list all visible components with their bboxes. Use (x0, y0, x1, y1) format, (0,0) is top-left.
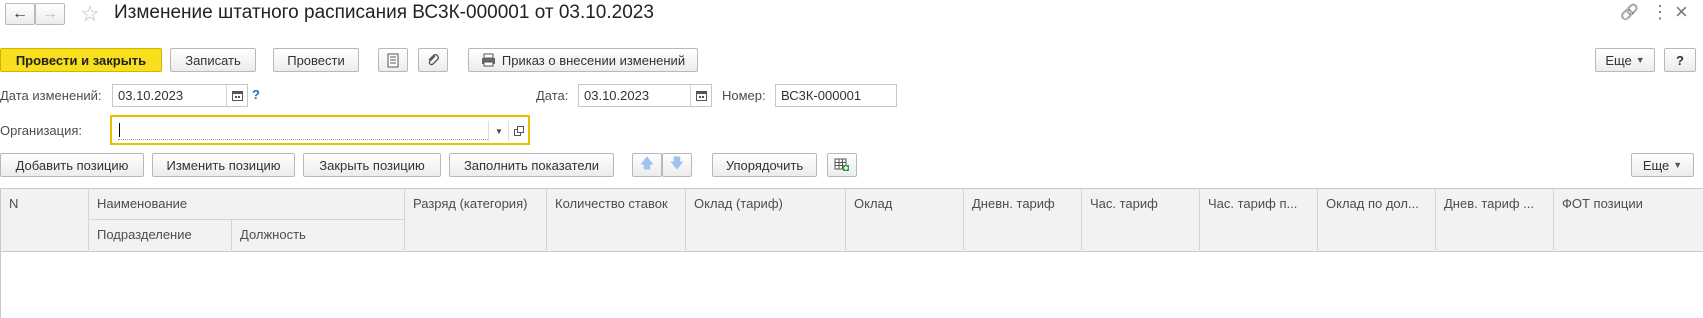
number-field[interactable]: ВС3К-000001 (775, 84, 897, 107)
number-value: ВС3К-000001 (781, 88, 862, 103)
change-date-value: 03.10.2023 (118, 88, 184, 103)
edit-position-button[interactable]: Изменить позицию (152, 153, 295, 177)
date-value: 03.10.2023 (584, 88, 650, 103)
attach-button[interactable] (418, 48, 448, 72)
paperclip-icon (428, 54, 439, 66)
column-hour-tariff-2[interactable]: Час. тариф п... (1200, 189, 1318, 250)
save-button[interactable]: Записать (170, 48, 256, 72)
column-department[interactable]: Подразделение (89, 220, 232, 250)
report-button[interactable] (378, 48, 408, 72)
table-more-label: Еще (1642, 157, 1670, 173)
change-date-label: Дата изменений: (0, 88, 102, 103)
order-changes-button[interactable]: Приказ о внесении изменений (468, 48, 698, 72)
post-and-close-button[interactable]: Провести и закрыть (0, 48, 162, 72)
organization-input[interactable] (118, 121, 488, 140)
calendar-icon[interactable] (690, 85, 711, 106)
arrow-down-icon: 🡇 (669, 155, 685, 171)
more-button[interactable]: Еще ▼ (1595, 48, 1655, 72)
date-field[interactable]: 03.10.2023 (578, 84, 712, 107)
post-button[interactable]: Провести (273, 48, 359, 72)
more-vertical-icon[interactable]: ⋮ (1651, 2, 1669, 23)
arrow-left-icon: ← (12, 5, 28, 22)
column-hour-tariff[interactable]: Час. тариф (1082, 189, 1200, 250)
positions-table[interactable]: N Наименование Подразделение Должность Р… (0, 188, 1703, 318)
open-window-icon[interactable] (508, 121, 529, 141)
table-add-icon (834, 158, 849, 171)
number-label: Номер: (722, 88, 766, 103)
close-position-button[interactable]: Закрыть позицию (303, 153, 441, 177)
organization-label: Организация: (0, 123, 83, 138)
document-icon (387, 53, 399, 67)
column-position[interactable]: Должность (232, 220, 405, 250)
organization-field[interactable]: ▼ (110, 115, 530, 145)
help-mark-icon[interactable]: ? (252, 87, 260, 102)
back-button[interactable]: ← (5, 3, 35, 25)
help-button[interactable]: ? (1664, 48, 1696, 72)
fill-indicators-button[interactable]: Заполнить показатели (449, 153, 614, 177)
dropdown-arrow-icon[interactable]: ▼ (488, 121, 509, 141)
favorite-star-icon[interactable]: ☆ (80, 1, 100, 27)
column-salary-tariff[interactable]: Оклад (тариф) (686, 189, 846, 250)
move-up-button[interactable]: 🡅 (632, 153, 662, 177)
printer-icon (481, 53, 495, 67)
add-table-button[interactable] (827, 153, 857, 177)
column-n[interactable]: N (1, 189, 89, 250)
add-position-button[interactable]: Добавить позицию (0, 153, 144, 177)
arrow-up-icon: 🡅 (639, 155, 655, 171)
arrow-right-icon: → (42, 5, 58, 22)
column-rates-count[interactable]: Количество ставок (547, 189, 686, 250)
column-grade[interactable]: Разряд (категория) (405, 189, 547, 250)
sort-button[interactable]: Упорядочить (712, 153, 817, 177)
table-header: N Наименование Подразделение Должность Р… (1, 189, 1703, 252)
close-icon[interactable]: × (1675, 0, 1688, 25)
page-title: Изменение штатного расписания ВС3К-00000… (114, 2, 654, 23)
calendar-icon[interactable] (226, 85, 247, 106)
column-day-tariff-2[interactable]: Днев. тариф ... (1436, 189, 1554, 250)
forward-button[interactable]: → (35, 3, 65, 25)
column-salary-by-position[interactable]: Оклад по дол... (1318, 189, 1436, 250)
move-down-button[interactable]: 🡇 (662, 153, 692, 177)
table-more-button[interactable]: Еще ▼ (1631, 153, 1694, 177)
more-label: Еще (1605, 52, 1632, 68)
column-fot[interactable]: ФОТ позиции (1554, 189, 1703, 250)
text-cursor (119, 123, 120, 137)
chevron-down-icon: ▼ (1635, 55, 1645, 65)
chevron-down-icon: ▼ (1673, 160, 1683, 170)
date-label: Дата: (536, 88, 569, 103)
order-changes-label: Приказ о внесении изменений (501, 52, 686, 68)
column-day-tariff[interactable]: Дневн. тариф (964, 189, 1082, 250)
column-salary[interactable]: Оклад (846, 189, 964, 250)
link-icon[interactable]: 🔗 (1620, 3, 1639, 21)
column-name[interactable]: Наименование (89, 189, 405, 220)
change-date-field[interactable]: 03.10.2023 (112, 84, 248, 107)
